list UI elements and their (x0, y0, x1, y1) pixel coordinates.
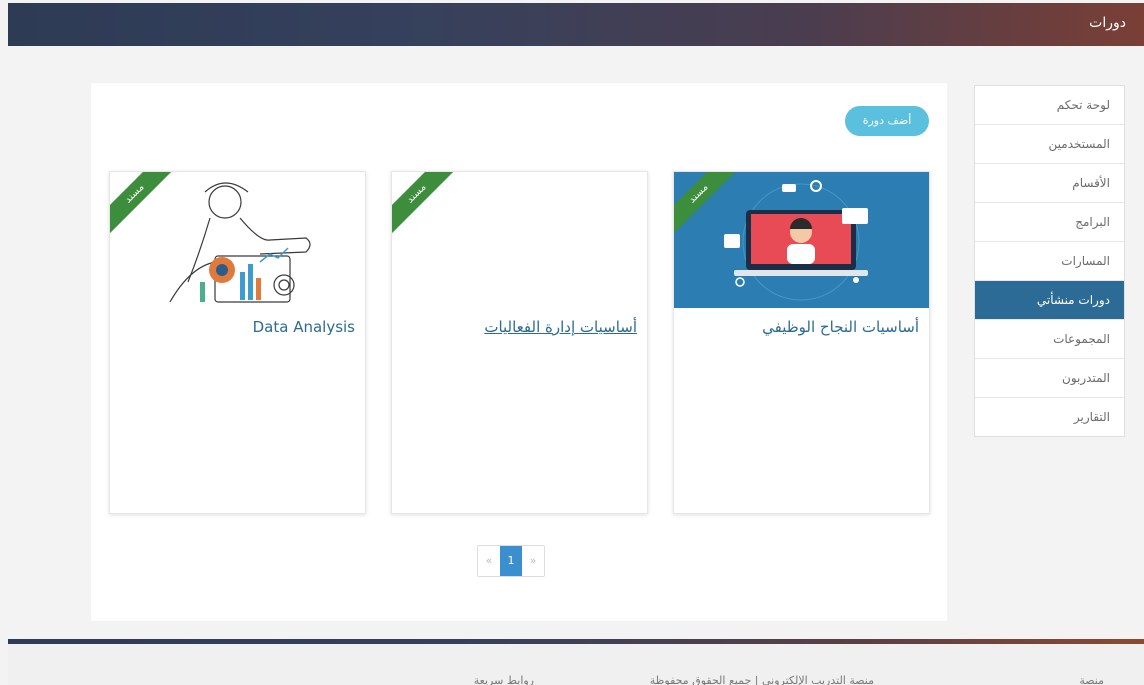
pagination-next-button[interactable]: » (522, 546, 544, 576)
add-course-button[interactable]: أضف دورة (845, 106, 929, 136)
pagination-prev-button[interactable]: « (478, 546, 500, 576)
course-card[interactable]: مسند أساسيات النجاح الوظيفي (673, 171, 930, 514)
sidebar-item-trainees[interactable]: المتدربون (975, 359, 1124, 398)
sidebar-item-reports[interactable]: التقارير (975, 398, 1124, 437)
sidebar-item-groups[interactable]: المجموعات (975, 320, 1124, 359)
sidebar-item-dashboard[interactable]: لوحة تحكم (975, 86, 1124, 125)
pagination: « 1 » (477, 545, 545, 577)
pagination-page-1[interactable]: 1 (500, 546, 522, 576)
sidebar-item-my-courses[interactable]: دورات منشأتي (975, 281, 1124, 320)
sidebar-item-users[interactable]: المستخدمين (975, 125, 1124, 164)
footer-link[interactable]: روابط سريعة (474, 674, 534, 685)
sidebar-menu: لوحة تحكم المستخدمين الأقسام البرامج الم… (974, 85, 1125, 437)
footer-copyright: منصة التدريب الإلكتروني | جميع الحقوق مح… (649, 674, 874, 685)
top-header-bar: دورات (8, 3, 1144, 46)
page-title: دورات (1089, 15, 1126, 31)
course-title[interactable]: أساسيات النجاح الوظيفي (762, 318, 919, 336)
assigned-ribbon: مسند (392, 172, 463, 240)
sidebar-item-departments[interactable]: الأقسام (975, 164, 1124, 203)
sidebar-item-tracks[interactable]: المسارات (975, 242, 1124, 281)
course-card[interactable]: مسند أساسيات إدارة الفعاليات (391, 171, 648, 514)
footer: منصة منصة التدريب الإلكتروني | جميع الحق… (8, 644, 1144, 685)
course-title[interactable]: أساسيات إدارة الفعاليات (484, 318, 637, 336)
sidebar-item-programs[interactable]: البرامج (975, 203, 1124, 242)
main-panel: أضف دورة مسند أساسيات النجاح الوظيفي مسن… (91, 83, 947, 621)
course-card[interactable]: مسند Data Analysis (109, 171, 366, 514)
course-title[interactable]: Data Analysis (253, 318, 355, 336)
footer-link[interactable]: منصة (1079, 674, 1104, 685)
